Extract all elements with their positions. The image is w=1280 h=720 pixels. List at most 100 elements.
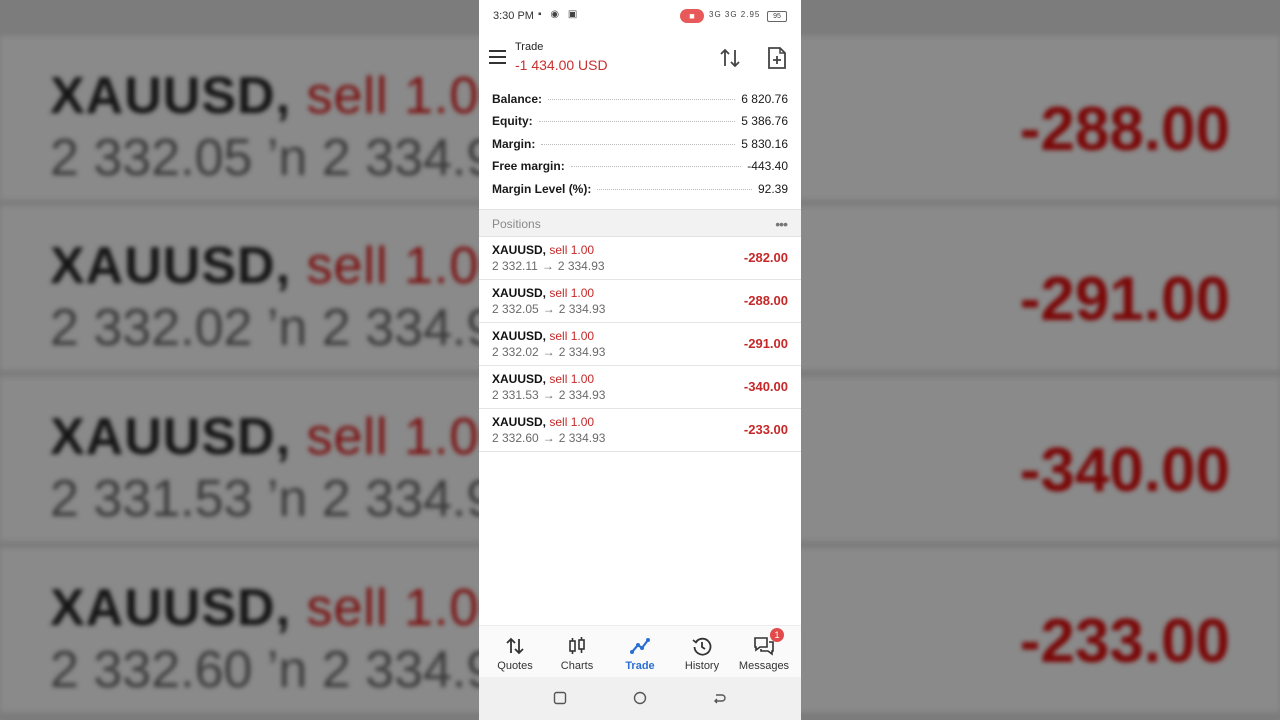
background-prices: 2 332.05 ’n 2 334.9 [50, 129, 496, 187]
position-row[interactable]: XAUUSD, sell 1.00 2 332.11 → 2 334.93 -282… [479, 237, 801, 280]
dotted-leader [541, 143, 736, 145]
background-prices: 2 331.53 ’n 2 334.9 [50, 470, 496, 528]
quotes-icon [506, 637, 524, 655]
summary-value: 6 820.76 [741, 92, 788, 106]
position-profit: -291.00 [743, 336, 788, 351]
summary-value: -443.40 [747, 159, 788, 174]
position-side: sell 1.00 [549, 329, 595, 343]
tab-charts[interactable]: Charts [545, 626, 609, 678]
tab-quotes[interactable]: Quotes [483, 626, 547, 678]
summary-value: 5 386.76 [741, 114, 788, 129]
network-indicator: 3G 3G 2.95 [709, 10, 761, 19]
position-side: sell 1.00 [549, 372, 595, 386]
position-current-price: 2 334.93 [558, 431, 606, 445]
position-row[interactable]: XAUUSD, sell 1.00 2 332.60 → 2 334.93 -233… [479, 409, 801, 452]
dotted-leader [548, 99, 736, 100]
screen-record-icon: ■ [680, 9, 704, 23]
status-time: 3:30 PM [493, 10, 534, 22]
position-symbol: XAUUSD, [492, 415, 547, 429]
phone-screen: 3:30 PM ▪ ◉ ▣ ■ 3G 3G 2.95 95 Trade -1 4… [479, 0, 801, 720]
position-profit: -340.00 [743, 379, 788, 394]
summary-label: Margin: [492, 136, 536, 151]
background-prices: 2 332.02 ’n 2 334.9 [50, 299, 496, 357]
status-bar: 3:30 PM ▪ ◉ ▣ ■ 3G 3G 2.95 95 [479, 0, 801, 33]
arrow-icon: → [541, 259, 554, 273]
background-profit: -340.00 [1019, 436, 1230, 505]
position-symbol: XAUUSD, [492, 329, 547, 343]
positions-header: Positions ••• [479, 209, 801, 237]
position-open-price: 2 332.05 [492, 302, 539, 316]
summary-label: Free margin: [492, 159, 565, 174]
position-profit: -233.00 [743, 422, 788, 437]
tab-trade[interactable]: Trade [608, 626, 672, 678]
position-open-price: 2 332.11 [492, 259, 538, 273]
menu-icon[interactable] [489, 50, 506, 64]
recents-button-icon[interactable] [553, 691, 567, 705]
home-button-icon[interactable] [633, 691, 647, 705]
position-profit: -282.00 [743, 250, 788, 265]
back-button-icon[interactable] [712, 691, 726, 705]
tab-messages[interactable]: 1 Messages [732, 626, 796, 678]
summary-value: 5 830.16 [741, 136, 788, 151]
sort-icon[interactable] [719, 47, 741, 69]
background-profit: -291.00 [1019, 265, 1230, 334]
summary-label: Balance: [492, 92, 543, 106]
position-symbol: XAUUSD, [492, 372, 547, 386]
unread-badge: 1 [770, 628, 784, 642]
charts-icon [569, 637, 585, 654]
background-symbol: XAUUSD, [50, 67, 292, 125]
positions-title: Positions [492, 217, 541, 231]
arrow-icon: → [542, 302, 555, 316]
history-icon [692, 637, 712, 656]
position-open-price: 2 332.02 [492, 345, 539, 359]
background-profit: -233.00 [1019, 607, 1230, 676]
background-symbol: XAUUSD, [50, 579, 292, 637]
background-symbol: XAUUSD, [50, 408, 292, 466]
summary-label: Margin Level (%): [492, 181, 592, 196]
trade-icon [630, 638, 650, 654]
tab-history[interactable]: History [670, 626, 734, 678]
position-open-price: 2 332.60 [492, 431, 539, 445]
position-side: sell 1.00 [549, 286, 595, 300]
summary-label: Equity: [492, 114, 533, 129]
position-row[interactable]: XAUUSD, sell 1.00 2 331.53 → 2 334.93 -340… [479, 366, 801, 409]
dotted-leader [570, 166, 742, 168]
new-order-icon[interactable] [767, 46, 787, 70]
background-prices: 2 332.60 ’n 2 334.9 [50, 641, 496, 699]
position-side: sell 1.00 [549, 243, 595, 257]
summary-value: 92.39 [757, 181, 788, 196]
background-profit: -288.00 [1019, 95, 1230, 164]
positions-list: XAUUSD, sell 1.00 2 332.11 → 2 334.93 -282… [479, 237, 801, 452]
dotted-leader [538, 121, 736, 123]
tab-label: History [684, 660, 720, 672]
notification-icons: ▪ ◉ ▣ [538, 9, 581, 20]
position-current-price: 2 334.93 [558, 388, 606, 402]
position-current-price: 2 334.93 [557, 259, 605, 273]
position-row[interactable]: XAUUSD, sell 1.00 2 332.02 → 2 334.93 -291… [479, 323, 801, 366]
system-nav-bar [479, 677, 801, 720]
arrow-icon: → [542, 388, 555, 402]
position-current-price: 2 334.93 [558, 302, 606, 316]
summary-row-equity: Equity: 5 386.76 [492, 114, 788, 136]
tab-label: Trade [625, 660, 655, 672]
position-current-price: 2 334.93 [558, 345, 606, 359]
more-options-icon[interactable]: ••• [775, 216, 788, 232]
battery-icon: 95 [767, 11, 787, 22]
summary-row-free-margin: Free margin: -443.40 [492, 159, 788, 181]
position-symbol: XAUUSD, [492, 286, 547, 300]
tab-label: Quotes [497, 660, 533, 672]
position-symbol: XAUUSD, [492, 243, 547, 257]
app-bar: Trade -1 434.00 USD [479, 33, 801, 88]
position-side: sell 1.00 [549, 415, 595, 429]
page-title: Trade [515, 41, 544, 53]
background-symbol: XAUUSD, [50, 237, 292, 295]
dotted-leader [597, 188, 752, 190]
tab-label: Charts [560, 660, 594, 672]
account-summary: Balance: 6 820.76 Equity: 5 386.76 Margi… [479, 88, 801, 209]
profit-total: -1 434.00 USD [515, 57, 608, 73]
arrow-icon: → [542, 345, 555, 359]
position-row[interactable]: XAUUSD, sell 1.00 2 332.05 → 2 334.93 -288… [479, 280, 801, 323]
summary-row-margin-level: Margin Level (%): 92.39 [492, 182, 788, 204]
tab-label: Messages [738, 660, 790, 672]
bottom-nav: Quotes Charts Trade History 1 Messages [479, 625, 801, 678]
